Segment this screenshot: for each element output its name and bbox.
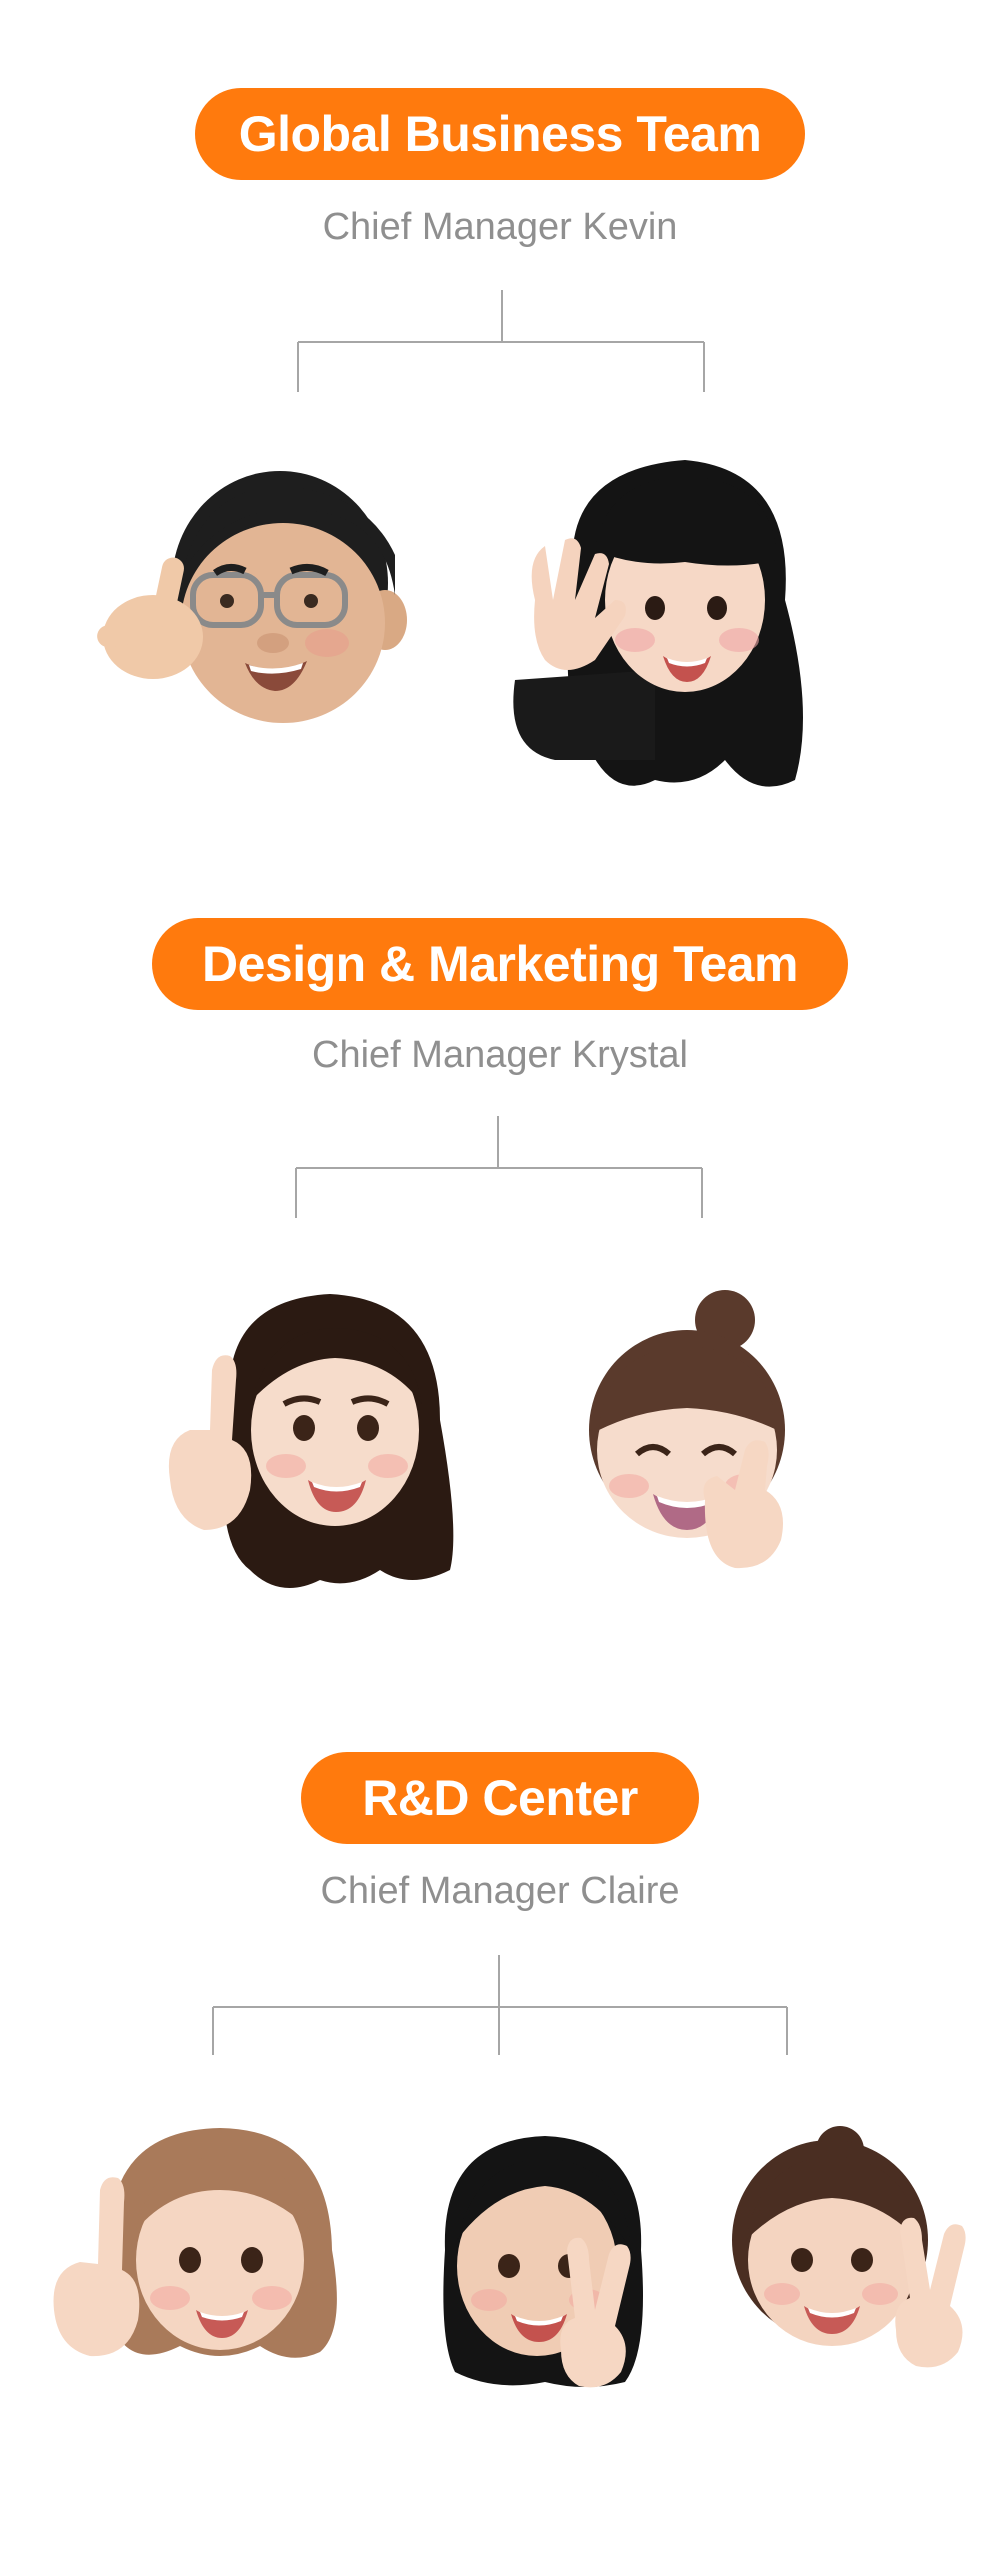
memoji-avatar-glasses-man-shaka [97,471,407,723]
memoji-avatar-light-brown-hair-woman-point [53,2128,337,2358]
memoji-avatar-long-hair-woman-point [168,1294,454,1588]
team-manager-label: Chief Manager Kevin [322,206,678,248]
team-title-pill: R&D Center [301,1752,699,1844]
memoji-avatar-brown-hair-woman-peace [732,2126,966,2368]
team-title-pill: Design & Marketing Team [152,918,848,1010]
org-connector [295,1116,703,1218]
memoji-avatar-bangs-woman-wave [513,460,803,787]
team-manager-label: Chief Manager Claire [320,1870,680,1912]
memoji-avatar-black-hair-woman-peace [443,2136,643,2388]
org-connector [212,1955,788,2055]
org-connector [297,290,705,392]
team-manager-label: Chief Manager Krystal [312,1034,688,1076]
memoji-avatar-bun-woman-crossed-fingers [589,1290,785,1569]
team-title-pill: Global Business Team [195,88,805,180]
